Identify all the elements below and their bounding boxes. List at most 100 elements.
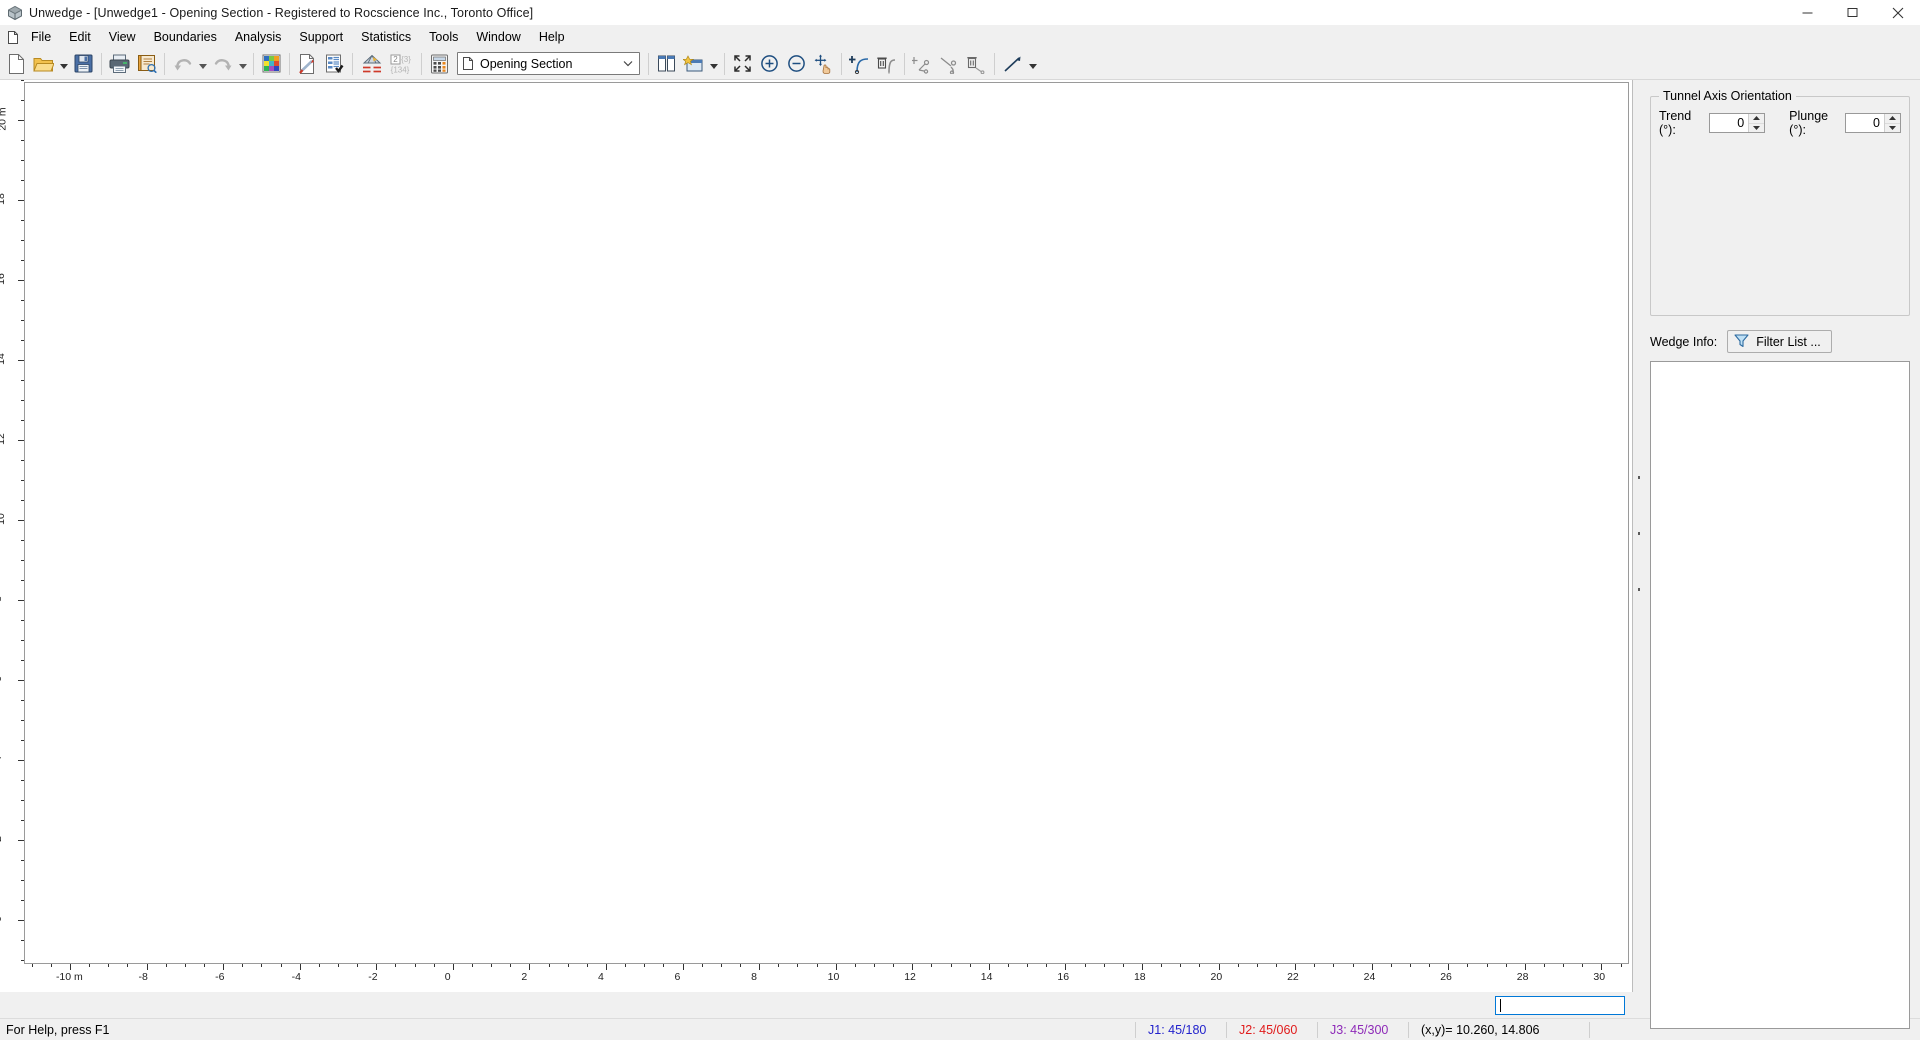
menu-statistics[interactable]: Statistics (352, 27, 420, 48)
add-view-icon[interactable] (680, 50, 707, 78)
menu-view[interactable]: View (100, 27, 145, 48)
x-tick (1582, 964, 1584, 967)
minimize-icon[interactable] (1785, 0, 1830, 26)
text-caret (1500, 998, 1501, 1012)
close-icon[interactable] (1875, 0, 1920, 26)
x-tick (1065, 964, 1067, 970)
menu-window[interactable]: Window (467, 27, 529, 48)
project-settings-icon[interactable] (294, 50, 321, 78)
wedge-info-label: Wedge Info: (1650, 334, 1718, 349)
open-folder-icon[interactable] (30, 50, 57, 78)
plunge-spinner[interactable] (1845, 113, 1901, 133)
plunge-spin-down-icon[interactable] (1885, 123, 1900, 132)
x-axis-ruler: -10 m -8 -6 -4 -2 0 2 4 6 8 10 12 14 16 18 20 22 24 26 28 30 (24, 964, 1632, 992)
opening-section-view[interactable]: 02468101214161820 m -10 m-8-6-4-20246810… (0, 80, 1633, 992)
x-tick-label: -2 (368, 971, 378, 983)
plunge-spin-up-icon[interactable] (1885, 114, 1900, 124)
save-icon[interactable] (70, 50, 97, 78)
x-tick (299, 964, 301, 970)
x-tick-label: 6 (674, 971, 681, 983)
pan-icon[interactable] (810, 50, 837, 78)
x-tick (1467, 964, 1469, 967)
plot-inner: 02468101214161820 m -10 m-8-6-4-20246810… (0, 80, 1632, 992)
plunge-spin-buttons[interactable] (1884, 114, 1900, 132)
y-tick-label: 8 (0, 596, 4, 602)
redo-dropdown-arrow[interactable] (236, 50, 249, 78)
edit-bolt-icon[interactable] (936, 50, 963, 78)
trend-spin-up-icon[interactable] (1749, 114, 1765, 124)
x-tick (1084, 964, 1086, 967)
trend-spin-buttons[interactable] (1748, 114, 1765, 132)
menu-support[interactable]: Support (290, 27, 352, 48)
funnel-filter-icon (1734, 333, 1749, 351)
panel-splitter[interactable] (1633, 80, 1641, 992)
y-tick-label: 20 m (0, 107, 9, 131)
x-tick (625, 964, 627, 967)
menu-tools[interactable]: Tools (420, 27, 467, 48)
combinations-icon[interactable]: 2 {3} {134} (387, 50, 417, 78)
x-tick (605, 964, 607, 970)
x-tick (1371, 964, 1373, 970)
dimension-dropdown-arrow[interactable] (1026, 50, 1039, 78)
zoom-in-icon[interactable] (756, 50, 783, 78)
print-preview-icon[interactable] (133, 50, 160, 78)
toolbar-separator (164, 52, 165, 75)
x-tick (1007, 964, 1009, 967)
delete-bolt-icon[interactable] (963, 50, 990, 78)
wedge-info-list[interactable] (1650, 361, 1910, 1029)
status-separator (1589, 1021, 1590, 1038)
toolbar-separator (648, 52, 649, 75)
open-dropdown-arrow[interactable] (57, 50, 70, 78)
input-data-icon[interactable] (321, 50, 348, 78)
dimension-line-icon[interactable] (999, 50, 1026, 78)
menu-help[interactable]: Help (530, 27, 574, 48)
svg-text:{3}: {3} (401, 55, 411, 64)
unwedge-cube-icon (7, 5, 23, 21)
split-view-icon[interactable] (653, 50, 680, 78)
x-tick (127, 964, 129, 967)
undo-icon[interactable] (169, 50, 196, 78)
menu-edit[interactable]: Edit (60, 27, 100, 48)
x-tick (1505, 964, 1507, 967)
view-combo[interactable]: Opening Section (457, 52, 640, 75)
zoom-out-icon[interactable] (783, 50, 810, 78)
add-arc-icon[interactable] (846, 50, 873, 78)
x-tick (1141, 964, 1143, 970)
y-tick-label: 0 (0, 916, 4, 922)
add-view-dropdown-arrow[interactable] (707, 50, 720, 78)
command-bar (0, 992, 1920, 1018)
trend-input[interactable] (1710, 114, 1749, 132)
x-tick (1486, 964, 1488, 967)
x-tick (50, 964, 52, 967)
delete-arc-icon[interactable] (873, 50, 900, 78)
x-tick (452, 964, 454, 970)
add-bolt-icon[interactable] (909, 50, 936, 78)
plunge-input[interactable] (1846, 114, 1884, 132)
x-tick-label: -6 (215, 971, 225, 983)
x-tick (682, 964, 684, 970)
trend-spin-down-icon[interactable] (1749, 123, 1765, 132)
zoom-all-icon[interactable] (729, 50, 756, 78)
command-input[interactable] (1495, 995, 1625, 1015)
x-tick (318, 964, 320, 967)
redo-icon[interactable] (209, 50, 236, 78)
drawing-canvas[interactable] (24, 82, 1629, 964)
chevron-down-icon[interactable] (617, 60, 639, 67)
joint-properties-icon[interactable] (357, 50, 387, 78)
new-file-icon[interactable] (3, 50, 30, 78)
maximize-icon[interactable] (1830, 0, 1875, 26)
menu-analysis[interactable]: Analysis (226, 27, 291, 48)
calculator-icon[interactable] (426, 50, 453, 78)
menu-file[interactable]: File (22, 27, 60, 48)
y-tick-label: 6 (0, 676, 4, 682)
x-tick (1620, 964, 1622, 967)
filter-list-button[interactable]: Filter List ... (1727, 330, 1832, 353)
menu-boundaries[interactable]: Boundaries (145, 27, 226, 48)
x-tick (471, 964, 473, 967)
print-icon[interactable] (106, 50, 133, 78)
color-palette-icon[interactable] (258, 50, 285, 78)
undo-dropdown-arrow[interactable] (196, 50, 209, 78)
x-tick-label: 0 (444, 971, 451, 983)
x-tick (203, 964, 205, 967)
trend-spinner[interactable] (1709, 113, 1766, 133)
